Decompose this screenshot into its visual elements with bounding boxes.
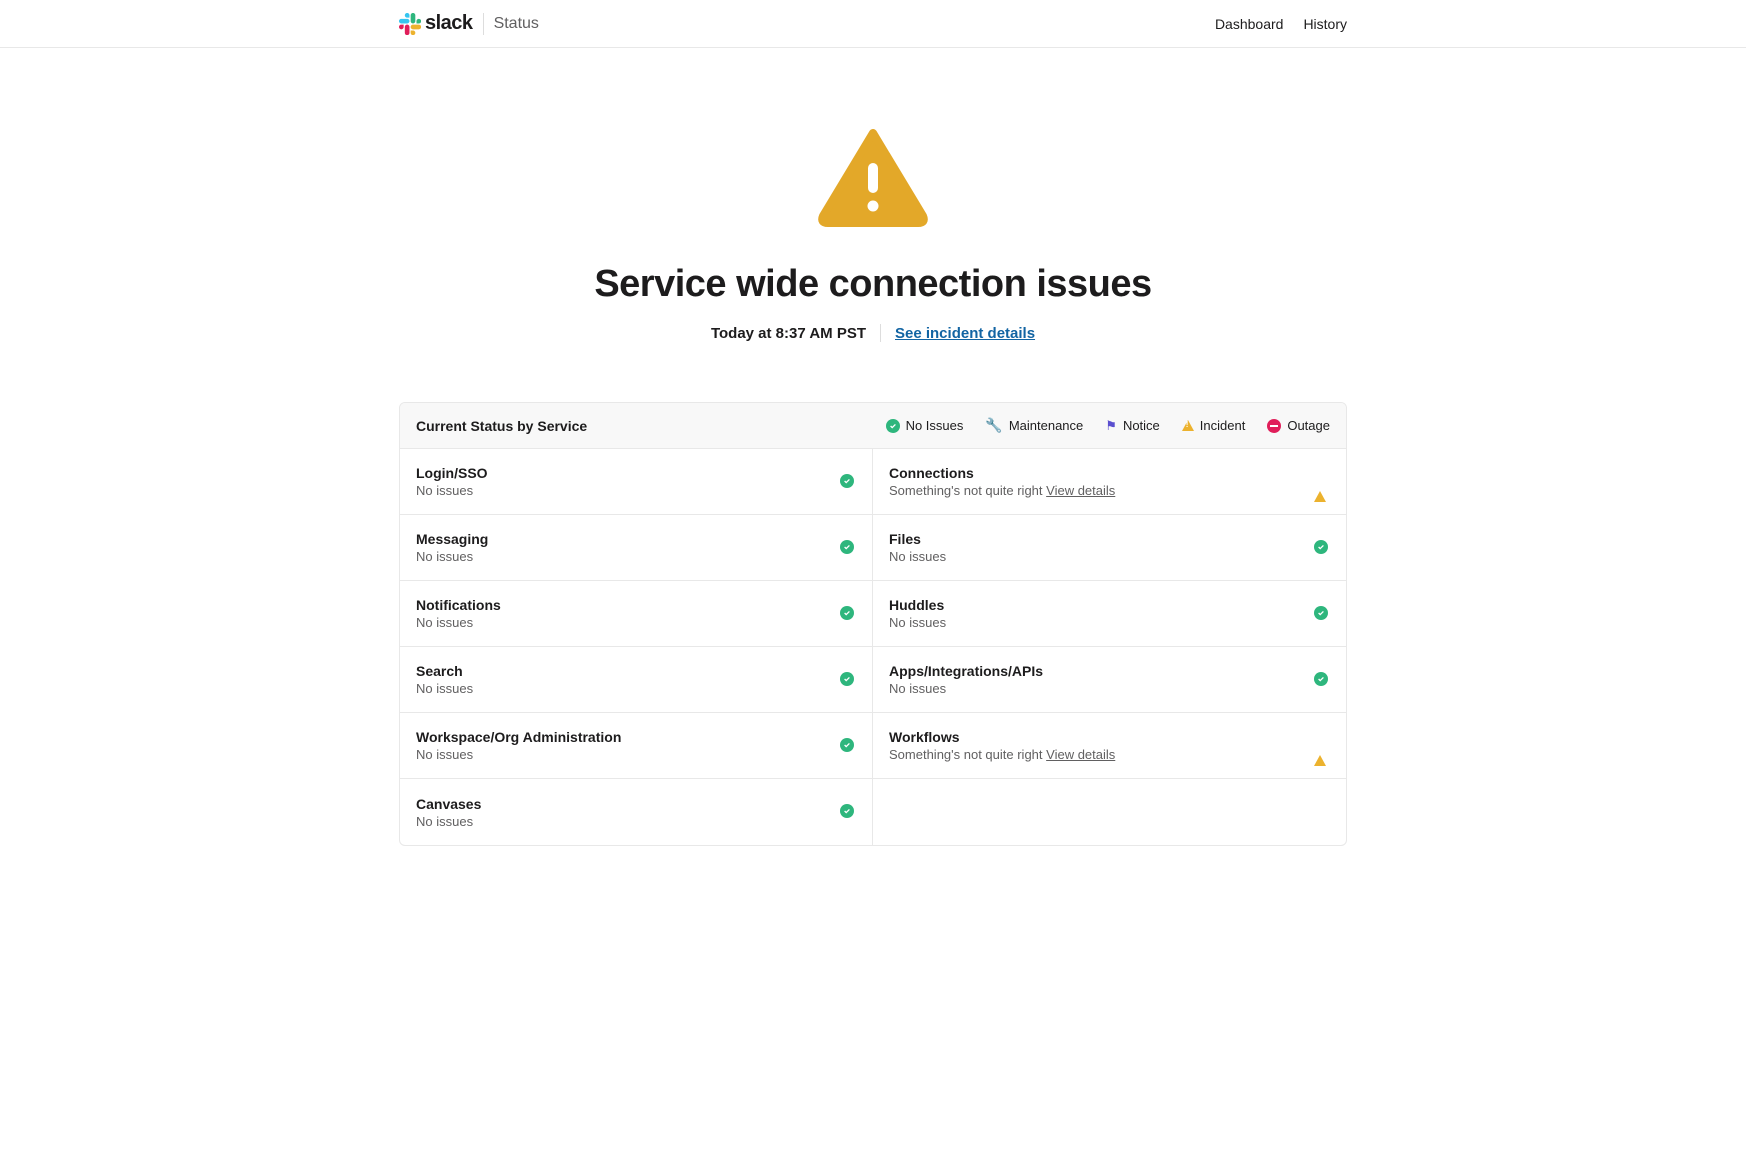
ok-icon [1314,606,1330,622]
service-status-text: No issues [889,615,946,630]
service-cell: Login/SSO No issues [400,449,873,515]
nav-history[interactable]: History [1303,16,1347,32]
legend-label: No Issues [906,418,964,433]
nav-dashboard[interactable]: Dashboard [1215,16,1284,32]
legend-maintenance: 🔧 Maintenance [985,417,1083,434]
service-status-text: No issues [416,483,488,498]
legend-no-issues: No Issues [886,417,964,434]
legend-label: Maintenance [1009,418,1083,433]
ok-icon [840,474,856,490]
outage-icon [1267,419,1281,433]
hero: Service wide connection issues Today at … [0,48,1746,402]
logo-section: slack Status [399,12,539,35]
service-status-text: No issues [416,814,481,829]
ok-icon [840,804,856,820]
table-header: Current Status by Service No Issues 🔧 Ma… [400,403,1346,449]
legend-label: Outage [1287,418,1330,433]
hero-time: Today at 8:37 AM PST [711,325,866,342]
service-cell: Notifications No issues [400,581,873,647]
service-cell: Search No issues [400,647,873,713]
legend-incident: Incident [1182,417,1246,434]
service-status-text: No issues [889,681,1043,696]
service-name: Search [416,663,473,679]
service-status-text: Something's not quite right View details [889,483,1115,498]
flag-icon: ⚑ [1105,418,1117,434]
service-status-text: No issues [416,747,621,762]
service-name: Connections [889,465,1115,481]
legend-label: Incident [1200,418,1246,433]
ok-icon [1314,540,1330,556]
wrench-icon: 🔧 [985,417,1002,434]
warning-icon [818,128,928,228]
service-cell: Workflows Something's not quite right Vie… [873,713,1346,779]
service-name: Notifications [416,597,501,613]
ok-icon [840,606,856,622]
service-cell: Huddles No issues [873,581,1346,647]
service-status-text: No issues [889,549,946,564]
divider [483,13,484,35]
section-title: Status [494,15,539,33]
service-cell: Canvases No issues [400,779,873,845]
incident-icon [1314,474,1330,490]
brand-name: slack [425,12,473,35]
divider [880,324,881,342]
service-grid: Login/SSO No issues Connections Something's… [400,449,1346,845]
service-status-text: Something's not quite right View details [889,747,1115,762]
status-table: Current Status by Service No Issues 🔧 Ma… [399,402,1347,846]
service-name: Huddles [889,597,946,613]
legend-outage: Outage [1267,417,1330,434]
legend-notice: ⚑ Notice [1105,417,1160,434]
ok-icon [886,419,900,433]
view-details-link[interactable]: View details [1046,483,1115,498]
service-cell: Apps/Integrations/APIs No issues [873,647,1346,713]
table-title: Current Status by Service [416,418,587,434]
ok-icon [840,540,856,556]
service-cell: Workspace/Org Administration No issues [400,713,873,779]
service-name: Login/SSO [416,465,488,481]
service-name: Files [889,531,946,547]
incident-icon [1314,738,1330,754]
ok-icon [840,672,856,688]
service-status-text: No issues [416,549,488,564]
service-name: Workspace/Org Administration [416,729,621,745]
service-status-text: No issues [416,681,473,696]
top-nav: Dashboard History [1215,16,1347,32]
legend: No Issues 🔧 Maintenance ⚑ Notice Inciden… [886,417,1330,434]
service-status-text: No issues [416,615,501,630]
service-cell: Connections Something's not quite right V… [873,449,1346,515]
service-cell: Files No issues [873,515,1346,581]
service-name: Canvases [416,796,481,812]
service-cell: Messaging No issues [400,515,873,581]
slack-icon [399,13,421,35]
ok-icon [1314,672,1330,688]
ok-icon [840,738,856,754]
service-name: Apps/Integrations/APIs [889,663,1043,679]
header: slack Status Dashboard History [0,0,1746,48]
incident-icon [1182,420,1194,431]
legend-label: Notice [1123,418,1160,433]
service-name: Workflows [889,729,1115,745]
incident-details-link[interactable]: See incident details [895,325,1035,342]
hero-title: Service wide connection issues [0,263,1746,306]
slack-logo[interactable]: slack [399,12,473,35]
service-name: Messaging [416,531,488,547]
view-details-link[interactable]: View details [1046,747,1115,762]
